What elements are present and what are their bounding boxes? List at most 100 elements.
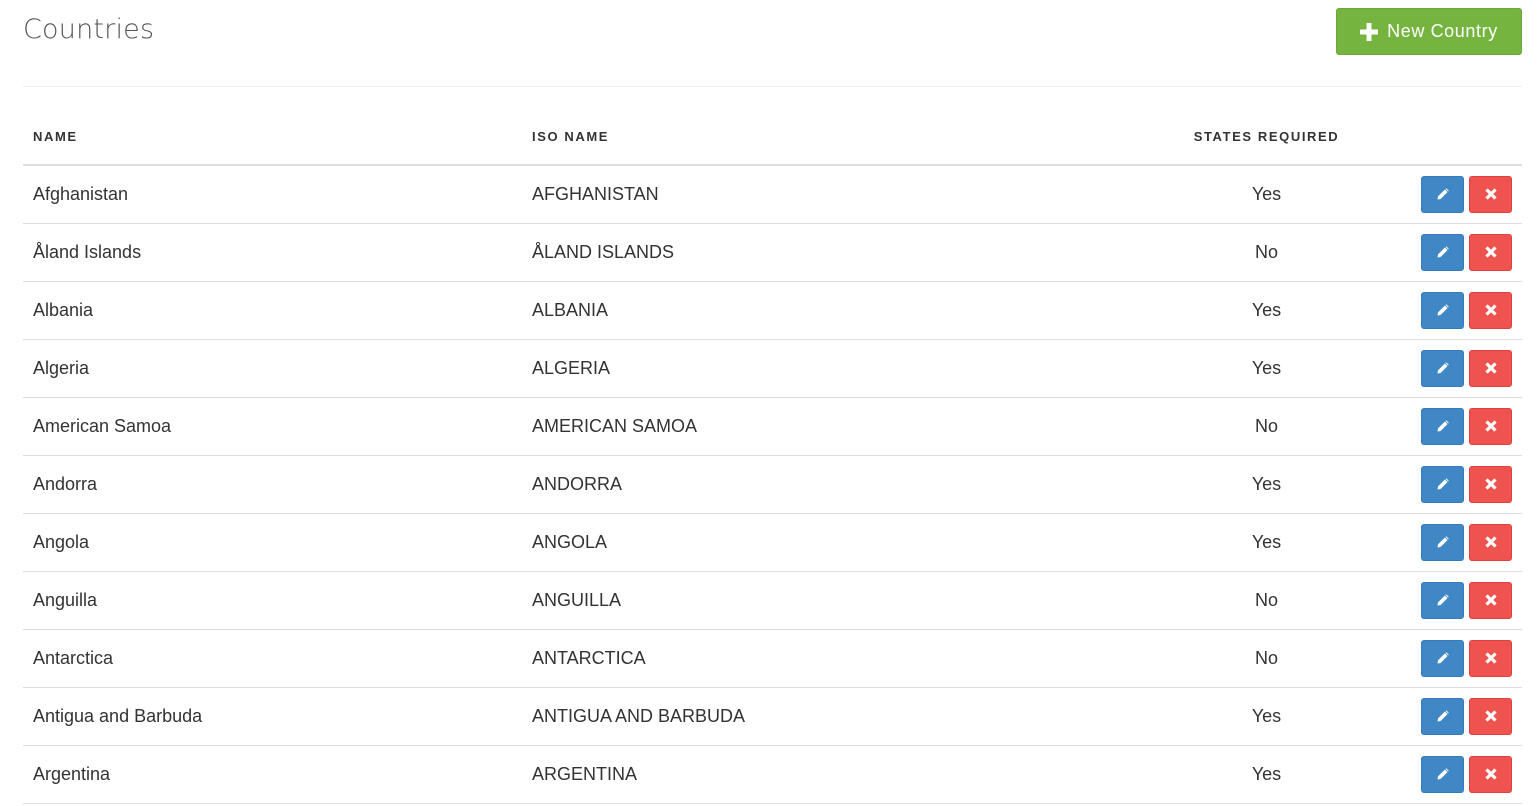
table-row: Argentina ARGENTINA Yes xyxy=(23,745,1522,804)
delete-button[interactable] xyxy=(1469,407,1512,445)
delete-button[interactable] xyxy=(1469,581,1512,619)
table-row: Algeria ALGERIA Yes xyxy=(23,339,1522,398)
pencil-icon xyxy=(1437,188,1449,200)
row-actions xyxy=(1421,223,1522,282)
table-row: Anguilla ANGUILLA No xyxy=(23,571,1522,630)
close-icon xyxy=(1484,420,1497,432)
table-row: American Samoa AMERICAN SAMOA No xyxy=(23,397,1522,456)
delete-button[interactable] xyxy=(1469,697,1512,735)
row-actions xyxy=(1421,339,1522,398)
iso-name-cell: ÅLAND ISLANDS xyxy=(522,223,1042,282)
pencil-icon xyxy=(1437,420,1449,432)
pencil-icon xyxy=(1437,652,1449,664)
country-name-cell: Åland Islands xyxy=(23,223,522,282)
edit-button[interactable] xyxy=(1421,639,1464,677)
edit-button[interactable] xyxy=(1421,349,1464,387)
iso-name-cell: AMERICAN SAMOA xyxy=(522,397,1042,456)
close-icon xyxy=(1484,362,1497,374)
row-actions xyxy=(1421,513,1522,572)
row-actions xyxy=(1421,571,1522,630)
pencil-icon xyxy=(1437,594,1449,606)
country-name-cell: Anguilla xyxy=(23,571,522,630)
close-icon xyxy=(1484,710,1497,722)
country-name-cell: Antigua and Barbuda xyxy=(23,687,522,746)
close-icon xyxy=(1484,304,1497,316)
row-actions xyxy=(1421,687,1522,746)
pencil-icon xyxy=(1437,768,1449,780)
country-name-cell: Albania xyxy=(23,281,522,340)
delete-button[interactable] xyxy=(1469,755,1512,793)
delete-button[interactable] xyxy=(1469,233,1512,271)
column-header-actions xyxy=(1491,109,1522,166)
country-name-cell: Antarctica xyxy=(23,629,522,688)
edit-button[interactable] xyxy=(1421,233,1464,271)
country-name-cell: Angola xyxy=(23,513,522,572)
iso-name-cell: ANDORRA xyxy=(522,455,1042,514)
pencil-icon xyxy=(1437,304,1449,316)
edit-button[interactable] xyxy=(1421,697,1464,735)
delete-button[interactable] xyxy=(1469,465,1512,503)
column-header-states-required: STATES REQUIRED xyxy=(1042,109,1491,166)
iso-name-cell: ANTIGUA AND BARBUDA xyxy=(522,687,1042,746)
row-actions xyxy=(1421,629,1522,688)
country-name-cell: Argentina xyxy=(23,745,522,804)
close-icon xyxy=(1484,652,1497,664)
new-country-label: New Country xyxy=(1387,21,1498,41)
column-header-name: NAME xyxy=(23,109,522,166)
table-row: Albania ALBANIA Yes xyxy=(23,281,1522,340)
iso-name-cell: ANTARCTICA xyxy=(522,629,1042,688)
row-actions xyxy=(1421,281,1522,340)
edit-button[interactable] xyxy=(1421,291,1464,329)
country-name-cell: Algeria xyxy=(23,339,522,398)
pencil-icon xyxy=(1437,710,1449,722)
table-row: Antigua and Barbuda ANTIGUA AND BARBUDA … xyxy=(23,687,1522,746)
table-row: Afghanistan AFGHANISTAN Yes xyxy=(23,165,1522,224)
row-actions xyxy=(1421,165,1522,224)
countries-table: NAME ISO NAME STATES REQUIRED Afghanista… xyxy=(23,109,1522,804)
table-row: Andorra ANDORRA Yes xyxy=(23,455,1522,514)
iso-name-cell: ALGERIA xyxy=(522,339,1042,398)
iso-name-cell: ANGUILLA xyxy=(522,571,1042,630)
row-actions xyxy=(1421,397,1522,456)
iso-name-cell: ALBANIA xyxy=(522,281,1042,340)
column-header-iso-name: ISO NAME xyxy=(522,109,1042,166)
new-country-button[interactable]: New Country xyxy=(1336,8,1522,55)
page-header: Countries New Country xyxy=(23,0,1522,87)
edit-button[interactable] xyxy=(1421,581,1464,619)
table-header-row: NAME ISO NAME STATES REQUIRED xyxy=(23,109,1522,166)
iso-name-cell: ARGENTINA xyxy=(522,745,1042,804)
edit-button[interactable] xyxy=(1421,755,1464,793)
country-name-cell: American Samoa xyxy=(23,397,522,456)
close-icon xyxy=(1484,768,1497,780)
row-actions xyxy=(1421,455,1522,514)
pencil-icon xyxy=(1437,478,1449,490)
delete-button[interactable] xyxy=(1469,639,1512,677)
table-row: Antarctica ANTARCTICA No xyxy=(23,629,1522,688)
delete-button[interactable] xyxy=(1469,291,1512,329)
country-name-cell: Afghanistan xyxy=(23,165,522,224)
iso-name-cell: ANGOLA xyxy=(522,513,1042,572)
delete-button[interactable] xyxy=(1469,175,1512,213)
edit-button[interactable] xyxy=(1421,407,1464,445)
close-icon xyxy=(1484,246,1497,258)
plus-icon xyxy=(1360,22,1379,41)
table-row: Åland Islands ÅLAND ISLANDS No xyxy=(23,223,1522,282)
edit-button[interactable] xyxy=(1421,523,1464,561)
pencil-icon xyxy=(1437,362,1449,374)
delete-button[interactable] xyxy=(1469,523,1512,561)
pencil-icon xyxy=(1437,246,1449,258)
close-icon xyxy=(1484,478,1497,490)
delete-button[interactable] xyxy=(1469,349,1512,387)
iso-name-cell: AFGHANISTAN xyxy=(522,165,1042,224)
countries-page: Countries New Country NAME ISO NAME STAT… xyxy=(0,0,1539,806)
pencil-icon xyxy=(1437,536,1449,548)
table-body: Afghanistan AFGHANISTAN Yes Åland Island… xyxy=(23,165,1522,804)
edit-button[interactable] xyxy=(1421,465,1464,503)
row-actions xyxy=(1421,745,1522,804)
page-title: Countries xyxy=(23,14,155,45)
edit-button[interactable] xyxy=(1421,175,1464,213)
close-icon xyxy=(1484,594,1497,606)
table-row: Angola ANGOLA Yes xyxy=(23,513,1522,572)
close-icon xyxy=(1484,188,1497,200)
country-name-cell: Andorra xyxy=(23,455,522,514)
